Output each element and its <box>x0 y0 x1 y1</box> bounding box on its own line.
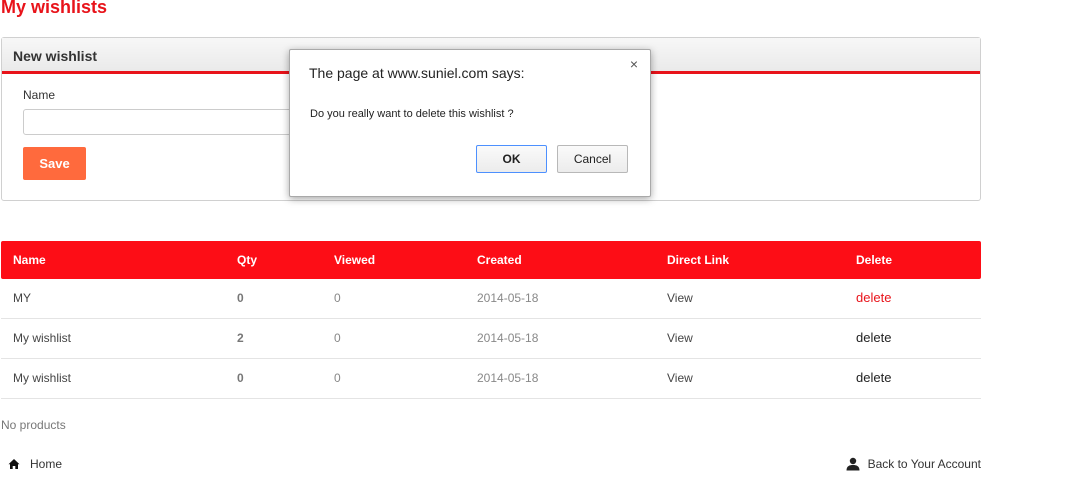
table-row: My wishlist 0 0 2014-05-18 View delete <box>1 359 981 399</box>
view-link[interactable]: View <box>667 279 693 317</box>
column-header-viewed: Viewed <box>334 253 376 267</box>
no-products-text: No products <box>1 418 66 432</box>
ok-button[interactable]: OK <box>476 145 547 173</box>
wishlist-created: 2014-05-18 <box>477 371 539 385</box>
column-header-name: Name <box>13 253 46 267</box>
wishlist-created: 2014-05-18 <box>477 291 539 305</box>
home-icon <box>8 459 20 469</box>
dialog-title: The page at www.suniel.com says: <box>309 65 525 81</box>
wishlist-viewed: 0 <box>334 331 341 345</box>
name-label: Name <box>23 88 56 102</box>
delete-link[interactable]: delete <box>856 359 891 397</box>
table-row: My wishlist 2 0 2014-05-18 View delete <box>1 319 981 359</box>
view-link[interactable]: View <box>667 359 693 397</box>
wishlist-qty: 2 <box>237 331 244 345</box>
page-title: My wishlists <box>1 0 108 17</box>
wishlist-qty: 0 <box>237 371 244 385</box>
confirm-dialog: The page at www.suniel.com says: × Do yo… <box>289 49 651 197</box>
delete-link[interactable]: delete <box>856 279 891 317</box>
column-header-delete: Delete <box>856 253 893 267</box>
column-header-direct-link: Direct Link <box>667 253 730 267</box>
name-input[interactable] <box>23 109 303 135</box>
wishlist-qty: 0 <box>237 291 244 305</box>
dialog-message: Do you really want to delete this wishli… <box>310 108 514 120</box>
wishlist-table: Name Qty Viewed Created Direct Link Dele… <box>1 241 981 399</box>
cancel-button[interactable]: Cancel <box>557 145 628 173</box>
home-label: Home <box>30 457 63 471</box>
delete-link[interactable]: delete <box>856 319 891 357</box>
account-label: Back to Your Account <box>867 457 981 471</box>
home-link[interactable]: Home <box>8 457 62 471</box>
wishlist-name[interactable]: My wishlist <box>13 359 71 397</box>
wishlist-name[interactable]: My wishlist <box>13 319 71 357</box>
user-icon <box>846 457 860 471</box>
column-header-created: Created <box>477 253 522 267</box>
wishlist-viewed: 0 <box>334 371 341 385</box>
wishlist-created: 2014-05-18 <box>477 331 539 345</box>
panel-title: New wishlist <box>13 48 98 64</box>
column-header-qty: Qty <box>237 253 258 267</box>
back-to-account-link[interactable]: Back to Your Account <box>846 457 981 471</box>
table-header: Name Qty Viewed Created Direct Link Dele… <box>1 241 981 279</box>
page: My wishlists New wishlist Name Save Name… <box>0 0 1068 499</box>
view-link[interactable]: View <box>667 319 693 357</box>
wishlist-name[interactable]: MY <box>13 279 31 317</box>
table-row: MY 0 0 2014-05-18 View delete <box>1 279 981 319</box>
wishlist-viewed: 0 <box>334 291 341 305</box>
close-icon[interactable]: × <box>627 57 641 71</box>
save-button[interactable]: Save <box>23 147 86 180</box>
